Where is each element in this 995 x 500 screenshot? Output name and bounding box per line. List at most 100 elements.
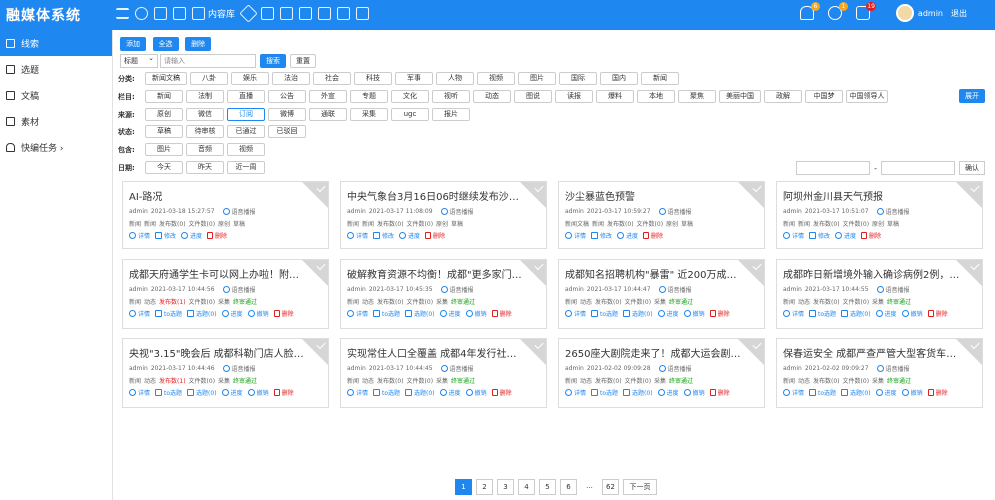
detail-action[interactable]: 详情 (783, 231, 804, 240)
card-title[interactable]: 成都天府通学生卡可以网上办啦！附攻略 (123, 260, 328, 282)
withdraw-action[interactable]: 撤销 (901, 309, 923, 318)
send-icon[interactable] (239, 4, 258, 23)
card-title[interactable]: 破解教育资源不均衡！成都"更多家门口... (341, 260, 546, 282)
filter-option[interactable]: 本地 (637, 90, 675, 103)
briefcase-icon[interactable] (356, 7, 370, 20)
filter-option[interactable]: 图片 (145, 143, 183, 156)
calendar-icon[interactable]: 19 (855, 2, 876, 20)
topic-action[interactable]: 选题(0) (623, 388, 653, 397)
user-card-icon[interactable] (173, 7, 186, 20)
card-title[interactable]: 央视"3.15"晚会后 成都科勒门店人脸识别... (123, 339, 328, 361)
search-field-select[interactable]: 标题 (120, 52, 158, 68)
sidebar-item-clues[interactable]: 线索 (0, 30, 112, 56)
delete-action[interactable]: 删除 (207, 231, 227, 240)
sidebar-item-materials[interactable]: 素材 (0, 108, 112, 134)
sidebar-item-topics[interactable]: 选题 (0, 56, 112, 82)
filter-option[interactable]: 中国梦 (805, 90, 843, 103)
filter-option[interactable]: 爆料 (596, 90, 634, 103)
delete-action[interactable]: 删除 (709, 388, 730, 397)
progress-action[interactable]: 进度 (875, 309, 897, 318)
topic-action[interactable]: 选题(0) (187, 309, 217, 318)
delete-button[interactable]: 删除 (185, 37, 212, 51)
filter-option[interactable]: 社会 (313, 72, 351, 85)
delete-action[interactable]: 删除 (861, 231, 881, 240)
to-topic-action[interactable]: to选题 (155, 388, 182, 397)
topic-action[interactable]: 选题(0) (841, 309, 871, 318)
filter-option[interactable]: 新闻 (145, 90, 183, 103)
progress-action[interactable]: 进度 (657, 388, 679, 397)
to-topic-action[interactable]: to选题 (373, 388, 400, 397)
detail-action[interactable]: 详情 (347, 309, 368, 318)
filter-option[interactable]: 科技 (354, 72, 392, 85)
filter-option[interactable]: 军事 (395, 72, 433, 85)
filter-option[interactable]: 法制 (186, 90, 224, 103)
progress-action[interactable]: 进度 (835, 231, 856, 240)
filter-option[interactable]: 政解 (764, 90, 802, 103)
delete-action[interactable]: 删除 (709, 309, 730, 318)
progress-action[interactable]: 进度 (439, 388, 461, 397)
to-topic-action[interactable]: to选题 (809, 388, 836, 397)
sidebar-item-quick-edit[interactable]: 快编任务 › (0, 134, 112, 160)
delete-action[interactable]: 删除 (643, 231, 663, 240)
content-card[interactable]: 成都天府通学生卡可以网上办啦！附攻略 admin 2021-03-17 10:44:… (122, 259, 329, 329)
topic-action[interactable]: 选题(0) (187, 388, 217, 397)
withdraw-action[interactable]: 撤销 (901, 388, 923, 397)
reset-button[interactable]: 重置 (290, 54, 316, 68)
edit-action[interactable]: 修改 (155, 231, 176, 240)
content-card[interactable]: 实现常住人口全覆盖 成都4年发行社会保... admin 2021-03-17 10… (340, 338, 547, 408)
detail-action[interactable]: 详情 (783, 388, 804, 397)
delete-action[interactable]: 删除 (491, 309, 512, 318)
filter-option[interactable]: 新闻 (641, 72, 679, 85)
add-button[interactable]: 添加 (120, 37, 146, 51)
filter-option[interactable]: 聚焦 (678, 90, 716, 103)
content-card[interactable]: 破解教育资源不均衡！成都"更多家门口... admin 2021-03-17 10:… (340, 259, 547, 329)
filter-option[interactable]: 美丽中国 (719, 90, 761, 103)
progress-action[interactable]: 进度 (221, 309, 243, 318)
progress-action[interactable]: 进度 (875, 388, 897, 397)
page-button[interactable]: 1 (455, 479, 472, 495)
content-card[interactable]: 成都知名招聘机构"暴雷" 近200万成人教... admin 2021-03-17 … (558, 259, 765, 329)
chart-icon[interactable] (318, 7, 332, 20)
to-topic-action[interactable]: to选题 (591, 309, 618, 318)
sidebar-item-drafts[interactable]: 文稿 (0, 82, 112, 108)
card-title[interactable]: 阿坝州金川县天气预报 (777, 182, 982, 204)
page-button[interactable]: 62 (602, 479, 619, 495)
filter-option[interactable]: 直播 (227, 90, 265, 103)
filter-option[interactable]: 文化 (391, 90, 429, 103)
avatar[interactable] (895, 4, 914, 22)
filter-option[interactable]: 采集 (350, 108, 388, 121)
topic-action[interactable]: 选题(0) (405, 388, 435, 397)
page-button[interactable]: 2 (476, 479, 493, 495)
filter-option[interactable]: 近一周 (227, 161, 265, 174)
detail-action[interactable]: 详情 (565, 388, 586, 397)
filter-option[interactable]: 人物 (436, 72, 474, 85)
delete-action[interactable]: 删除 (927, 309, 948, 318)
detail-action[interactable]: 详情 (129, 309, 150, 318)
to-topic-action[interactable]: to选题 (809, 309, 836, 318)
filter-option[interactable]: 法治 (272, 72, 310, 85)
card-title[interactable]: 成都知名招聘机构"暴雷" 近200万成人教... (559, 260, 764, 282)
network-icon[interactable] (299, 7, 313, 20)
content-library-link[interactable]: 内容库 (192, 7, 235, 20)
delete-action[interactable]: 删除 (273, 309, 294, 318)
filter-option[interactable]: 待审核 (186, 125, 224, 138)
filter-option[interactable]: 图片 (518, 72, 556, 85)
withdraw-action[interactable]: 撤销 (683, 309, 705, 318)
content-card[interactable]: 成都昨日新增境外输入确诊病例2例，详... admin 2021-03-17 10:… (776, 259, 983, 329)
detail-action[interactable]: 详情 (565, 231, 586, 240)
page-button[interactable]: 3 (497, 479, 514, 495)
to-topic-action[interactable]: to选题 (591, 388, 618, 397)
card-title[interactable]: 沙尘暴蓝色预警 (559, 182, 764, 204)
content-card[interactable]: 保春运安全 成都严查严管大型客货车运... admin 2021-02-02 09:… (776, 338, 983, 408)
card-title[interactable]: 2650座大剧院走来了！成都大运会剧院... (559, 339, 764, 361)
progress-action[interactable]: 进度 (221, 388, 243, 397)
filter-option[interactable]: 专题 (350, 90, 388, 103)
filter-option[interactable]: 报片 (432, 108, 470, 121)
to-topic-action[interactable]: to选题 (155, 309, 182, 318)
topic-action[interactable]: 选题(0) (841, 388, 871, 397)
detail-action[interactable]: 详情 (565, 309, 586, 318)
filter-option[interactable]: 新闻文稿 (145, 72, 187, 85)
filter-option[interactable]: 读报 (555, 90, 593, 103)
grid-icon[interactable] (261, 7, 275, 20)
filter-option[interactable]: 微博 (268, 108, 306, 121)
